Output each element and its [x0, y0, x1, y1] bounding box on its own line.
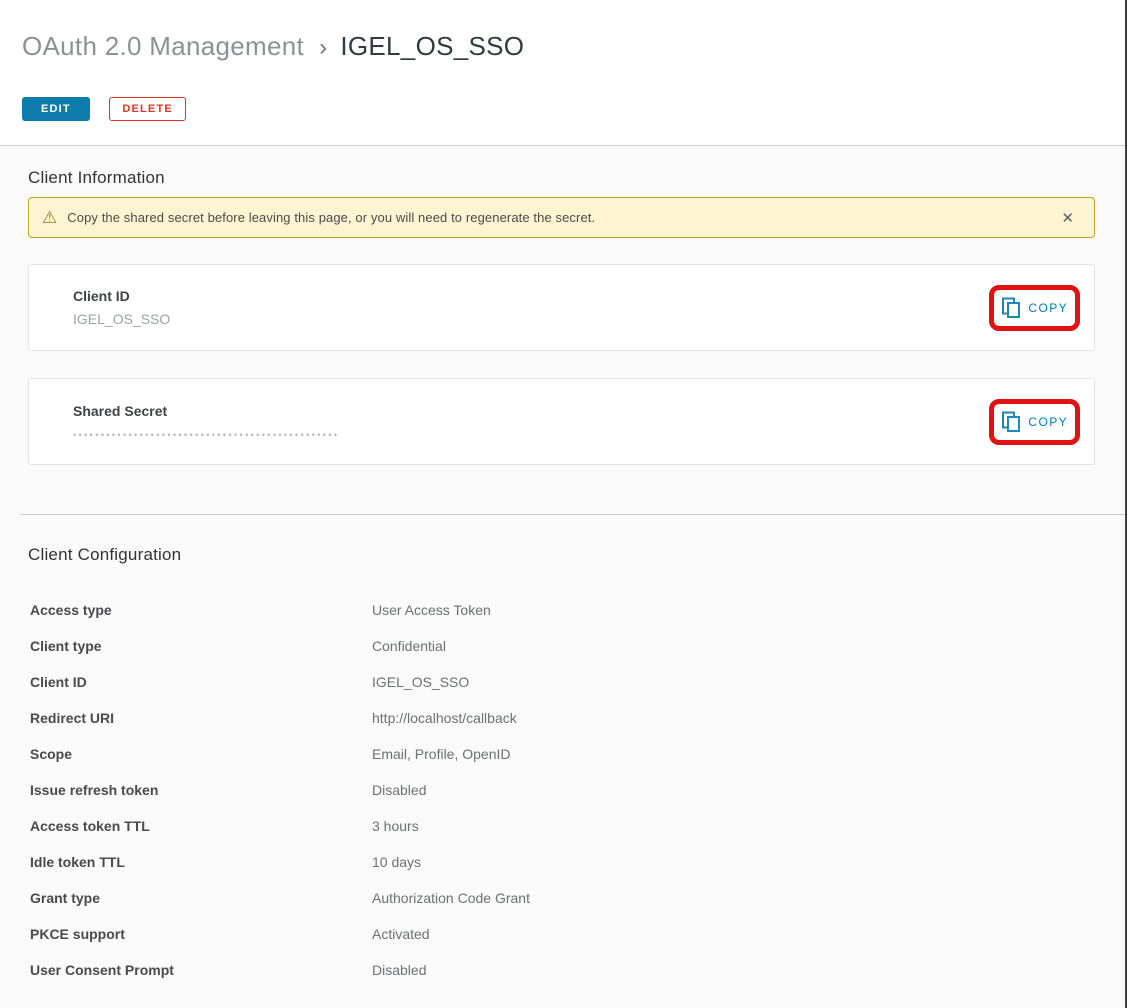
config-label: Issue refresh token — [30, 782, 372, 798]
config-row-access-type: Access type User Access Token — [30, 592, 1095, 628]
shared-secret-label: Shared Secret — [73, 403, 989, 419]
client-id-card: Client ID IGEL_OS_SSO COPY — [28, 264, 1095, 351]
shared-secret-card-text: Shared Secret ••••••••••••••••••••••••••… — [73, 403, 989, 440]
config-value: Disabled — [372, 782, 426, 798]
config-label: Scope — [30, 746, 372, 762]
config-value: 10 days — [372, 854, 421, 870]
config-row-redirect-uri: Redirect URI http://localhost/callback — [30, 700, 1095, 736]
warning-banner: ⚠ Copy the shared secret before leaving … — [28, 197, 1095, 238]
config-label: Idle token TTL — [30, 854, 372, 870]
shared-secret-card: Shared Secret ••••••••••••••••••••••••••… — [28, 378, 1095, 465]
action-buttons: EDIT DELETE — [22, 97, 1127, 121]
config-label: Client type — [30, 638, 372, 654]
copy-client-id-button[interactable]: COPY — [1001, 297, 1068, 319]
config-value: Email, Profile, OpenID — [372, 746, 511, 762]
config-row-issue-refresh-token: Issue refresh token Disabled — [30, 772, 1095, 808]
close-icon[interactable]: ✕ — [1061, 209, 1074, 227]
config-value: Disabled — [372, 962, 426, 978]
client-information-heading: Client Information — [28, 146, 1095, 188]
config-label: Grant type — [30, 890, 372, 906]
copy-icon — [1001, 297, 1021, 319]
copy-highlight-annotation: COPY — [989, 399, 1080, 445]
config-label: User Consent Prompt — [30, 962, 372, 978]
chevron-right-icon: › — [319, 34, 327, 61]
client-id-value: IGEL_OS_SSO — [73, 311, 989, 327]
breadcrumb-parent-link[interactable]: OAuth 2.0 Management — [22, 31, 304, 61]
warning-triangle-icon: ⚠ — [42, 209, 57, 226]
copy-button-label: COPY — [1028, 415, 1068, 429]
config-label: Redirect URI — [30, 710, 372, 726]
section-divider — [20, 514, 1127, 515]
config-value: http://localhost/callback — [372, 710, 517, 726]
config-label: PKCE support — [30, 926, 372, 942]
config-row-grant-type: Grant type Authorization Code Grant — [30, 880, 1095, 916]
config-label: Access type — [30, 602, 372, 618]
config-row-pkce-support: PKCE support Activated — [30, 916, 1095, 952]
config-value: IGEL_OS_SSO — [372, 674, 469, 690]
copy-icon — [1001, 411, 1021, 433]
config-row-client-id: Client ID IGEL_OS_SSO — [30, 664, 1095, 700]
config-row-scope: Scope Email, Profile, OpenID — [30, 736, 1095, 772]
config-value: Authorization Code Grant — [372, 890, 530, 906]
config-value: 3 hours — [372, 818, 419, 834]
page-title: IGEL_OS_SSO — [340, 31, 524, 61]
edit-button[interactable]: EDIT — [22, 97, 90, 121]
client-id-label: Client ID — [73, 288, 989, 304]
config-label: Client ID — [30, 674, 372, 690]
client-configuration-list: Access type User Access Token Client typ… — [28, 592, 1095, 988]
config-row-access-token-ttl: Access token TTL 3 hours — [30, 808, 1095, 844]
breadcrumb: OAuth 2.0 Management › IGEL_OS_SSO — [22, 30, 1127, 64]
config-value: User Access Token — [372, 602, 491, 618]
client-configuration-heading: Client Configuration — [28, 545, 1095, 565]
client-id-card-text: Client ID IGEL_OS_SSO — [73, 288, 989, 327]
config-row-idle-token-ttl: Idle token TTL 10 days — [30, 844, 1095, 880]
config-row-user-consent-prompt: User Consent Prompt Disabled — [30, 952, 1095, 988]
shared-secret-masked-value: ••••••••••••••••••••••••••••••••••••••••… — [73, 430, 989, 440]
main-content: Client Information ⚠ Copy the shared sec… — [0, 146, 1127, 988]
config-value: Activated — [372, 926, 430, 942]
warning-message: Copy the shared secret before leaving th… — [67, 210, 595, 225]
config-label: Access token TTL — [30, 818, 372, 834]
copy-highlight-annotation: COPY — [989, 285, 1080, 331]
copy-shared-secret-button[interactable]: COPY — [1001, 411, 1068, 433]
config-value: Confidential — [372, 638, 446, 654]
page-header: OAuth 2.0 Management › IGEL_OS_SSO EDIT DE… — [0, 0, 1127, 146]
copy-button-label: COPY — [1028, 301, 1068, 315]
config-row-client-type: Client type Confidential — [30, 628, 1095, 664]
delete-button[interactable]: DELETE — [109, 97, 186, 121]
